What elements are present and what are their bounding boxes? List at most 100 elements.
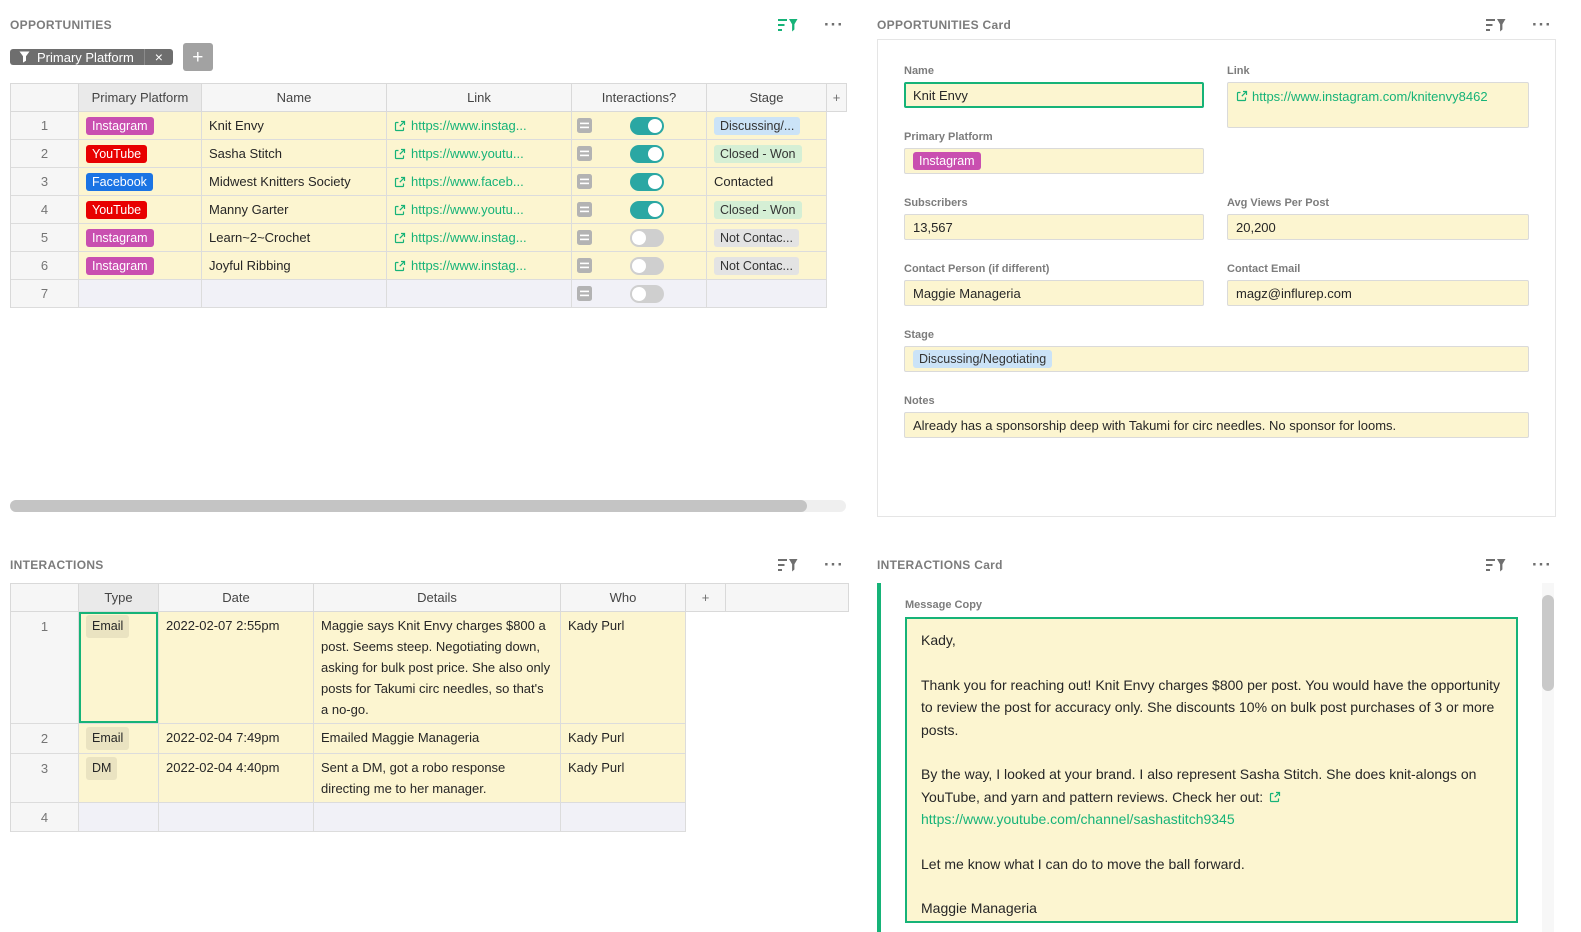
link-cell[interactable]: [387, 280, 572, 308]
interactions-toggle[interactable]: [630, 173, 664, 191]
interactions-toggle[interactable]: [630, 229, 664, 247]
interactions-cell[interactable]: [572, 280, 707, 308]
filter-chip-close-icon[interactable]: ×: [144, 49, 173, 65]
field-contact-email-input[interactable]: magz@influrep.com: [1227, 280, 1529, 306]
name-cell[interactable]: Manny Garter: [202, 196, 387, 224]
stage-cell[interactable]: Contacted: [707, 168, 827, 196]
row-number[interactable]: 3: [11, 168, 79, 196]
interactions-cell[interactable]: [572, 196, 707, 224]
date-cell[interactable]: [159, 803, 314, 832]
field-link-input[interactable]: https://www.instagram.com/knitenvy8462: [1227, 82, 1529, 128]
stage-cell[interactable]: [707, 280, 827, 308]
field-contact-person-input[interactable]: Maggie Manageria: [904, 280, 1204, 306]
row-number[interactable]: 7: [11, 280, 79, 308]
who-cell[interactable]: [561, 803, 686, 832]
horizontal-scrollbar[interactable]: [10, 500, 846, 512]
filter-sort-icon[interactable]: [1486, 18, 1506, 33]
row-number[interactable]: 2: [11, 724, 79, 754]
name-cell[interactable]: Joyful Ribbing: [202, 252, 387, 280]
message-link[interactable]: https://www.youtube.com/channel/sashasti…: [921, 789, 1284, 828]
field-name-input[interactable]: Knit Envy: [904, 82, 1204, 108]
stage-cell[interactable]: Closed - Won: [707, 140, 827, 168]
interactions-toggle[interactable]: [630, 201, 664, 219]
field-primary-platform-input[interactable]: Instagram: [904, 148, 1204, 174]
link-cell[interactable]: https://www.youtu...: [387, 196, 572, 224]
section-menu-icon[interactable]: ···: [824, 560, 844, 570]
date-cell[interactable]: 2022-02-07 2:55pm: [159, 612, 314, 724]
stage-cell[interactable]: Closed - Won: [707, 196, 827, 224]
link-cell[interactable]: https://www.instag...: [387, 252, 572, 280]
filter-sort-icon[interactable]: [778, 18, 798, 33]
name-cell[interactable]: Sasha Stitch: [202, 140, 387, 168]
field-notes-input[interactable]: Already has a sponsorship deep with Taku…: [904, 412, 1529, 438]
interactions-toggle[interactable]: [630, 117, 664, 135]
name-cell[interactable]: Knit Envy: [202, 112, 387, 140]
name-cell[interactable]: [202, 280, 387, 308]
interactions-cell[interactable]: [572, 112, 707, 140]
platform-cell[interactable]: Facebook: [79, 168, 202, 196]
message-copy-field[interactable]: Kady,Thank you for reaching out! Knit En…: [905, 617, 1518, 923]
row-number-header[interactable]: [11, 584, 79, 612]
vertical-scrollbar-thumb[interactable]: [1542, 595, 1554, 691]
link-cell[interactable]: https://www.faceb...: [387, 168, 572, 196]
interactions-toggle[interactable]: [630, 145, 664, 163]
add-filter-button[interactable]: +: [183, 43, 213, 71]
field-stage-input[interactable]: Discussing/Negotiating: [904, 346, 1529, 372]
column-header-primary-platform[interactable]: Primary Platform: [79, 84, 202, 112]
section-menu-icon[interactable]: ···: [1532, 560, 1552, 570]
platform-cell[interactable]: Instagram: [79, 112, 202, 140]
field-subscribers-input[interactable]: 13,567: [904, 214, 1204, 240]
interactions-cell[interactable]: [572, 168, 707, 196]
platform-cell[interactable]: Instagram: [79, 224, 202, 252]
platform-cell[interactable]: [79, 280, 202, 308]
link-cell[interactable]: https://www.youtu...: [387, 140, 572, 168]
interactions-toggle[interactable]: [630, 257, 664, 275]
filter-sort-icon[interactable]: [778, 558, 798, 573]
interactions-cell[interactable]: [572, 252, 707, 280]
column-header-stage[interactable]: Stage: [707, 84, 827, 112]
who-cell[interactable]: Kady Purl: [561, 724, 686, 754]
platform-cell[interactable]: YouTube: [79, 140, 202, 168]
details-cell[interactable]: [314, 803, 561, 832]
date-cell[interactable]: 2022-02-04 7:49pm: [159, 724, 314, 754]
column-header-type[interactable]: Type: [79, 584, 159, 612]
type-cell[interactable]: [79, 803, 159, 832]
name-cell[interactable]: Midwest Knitters Society: [202, 168, 387, 196]
row-number[interactable]: 4: [11, 196, 79, 224]
stage-cell[interactable]: Not Contac...: [707, 252, 827, 280]
interactions-cell[interactable]: [572, 140, 707, 168]
column-header-name[interactable]: Name: [202, 84, 387, 112]
interactions-toggle[interactable]: [630, 285, 664, 303]
row-number[interactable]: 3: [11, 754, 79, 803]
details-cell[interactable]: Sent a DM, got a robo response directing…: [314, 754, 561, 803]
column-header-date[interactable]: Date: [159, 584, 314, 612]
column-header-interactions[interactable]: Interactions?: [572, 84, 707, 112]
type-cell[interactable]: Email: [79, 612, 159, 724]
platform-cell[interactable]: YouTube: [79, 196, 202, 224]
stage-cell[interactable]: Not Contac...: [707, 224, 827, 252]
link-cell[interactable]: https://www.instag...: [387, 112, 572, 140]
filter-chip[interactable]: Primary Platform ×: [10, 49, 173, 65]
date-cell[interactable]: 2022-02-04 4:40pm: [159, 754, 314, 803]
row-number[interactable]: 5: [11, 224, 79, 252]
name-cell[interactable]: Learn~2~Crochet: [202, 224, 387, 252]
details-cell[interactable]: Maggie says Knit Envy charges $800 a pos…: [314, 612, 561, 724]
interactions-cell[interactable]: [572, 224, 707, 252]
row-number[interactable]: 6: [11, 252, 79, 280]
column-header-link[interactable]: Link: [387, 84, 572, 112]
horizontal-scrollbar-thumb[interactable]: [10, 500, 807, 512]
platform-cell[interactable]: Instagram: [79, 252, 202, 280]
who-cell[interactable]: Kady Purl: [561, 754, 686, 803]
row-number[interactable]: 2: [11, 140, 79, 168]
row-number-header[interactable]: [11, 84, 79, 112]
type-cell[interactable]: Email: [79, 724, 159, 754]
column-header-details[interactable]: Details: [314, 584, 561, 612]
vertical-scrollbar[interactable]: [1542, 583, 1554, 932]
add-column-header[interactable]: +: [686, 584, 726, 612]
type-cell[interactable]: DM: [79, 754, 159, 803]
row-number[interactable]: 1: [11, 112, 79, 140]
link-cell[interactable]: https://www.instag...: [387, 224, 572, 252]
row-number[interactable]: 1: [11, 612, 79, 724]
filter-sort-icon[interactable]: [1486, 558, 1506, 573]
who-cell[interactable]: Kady Purl: [561, 612, 686, 724]
